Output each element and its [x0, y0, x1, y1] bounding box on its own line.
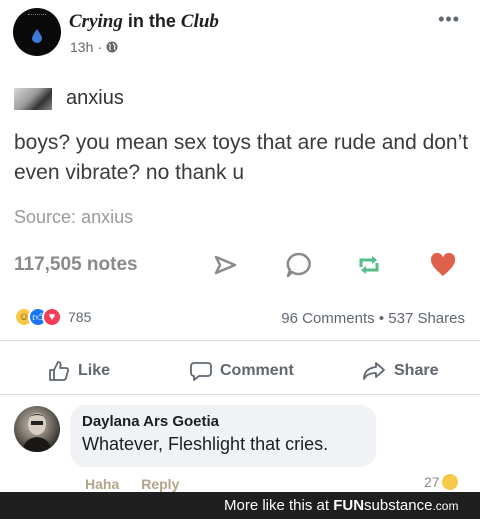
- love-icon: ♥: [42, 307, 62, 327]
- post-time[interactable]: 13h: [70, 39, 93, 55]
- watermark-brand-suffix: .com: [432, 499, 459, 513]
- post-header: Crying in the Club 13h · •••: [0, 0, 480, 66]
- comment-bubble: Daylana Ars Goetia Whatever, Fleshlight …: [70, 405, 376, 467]
- tumblr-actions: [210, 250, 468, 280]
- comments-count[interactable]: 96 Comments: [281, 310, 374, 327]
- comment-actions: Haha Reply: [85, 476, 179, 492]
- watermark-bar: More like this at FUNsubstance.com: [0, 492, 480, 519]
- page-name-part2: in the: [127, 11, 176, 31]
- share-arrow-icon: [214, 255, 237, 275]
- share-button[interactable]: Share: [362, 354, 438, 388]
- tumblr-post-text: boys? you mean sex toys that are rude an…: [14, 131, 469, 184]
- reactions-summary[interactable]: ☺ 👍︎ ♥ 785: [14, 307, 91, 327]
- comment-avatar[interactable]: [14, 406, 60, 452]
- divider-bottom: [0, 394, 480, 395]
- reaction-count: 785: [68, 309, 92, 325]
- watermark-prefix: More like this at: [224, 497, 330, 514]
- comment-reply-link[interactable]: Reply: [141, 476, 179, 492]
- post-stats: 96 Comments • 537 Shares: [281, 310, 465, 327]
- reblog-icon: [359, 256, 379, 274]
- tumblr-notes: 117,505 notes: [14, 254, 138, 275]
- comment-label: Comment: [220, 362, 294, 379]
- tumblr-source: Source: anxius: [14, 207, 133, 228]
- globe-icon: [106, 41, 118, 53]
- post-meta: 13h ·: [70, 39, 118, 55]
- thumbs-up-icon: [49, 361, 70, 381]
- page-name-part3: Club: [180, 11, 219, 32]
- comment-text: Whatever, Fleshlight that cries.: [82, 434, 329, 454]
- post-action-bar: Like Comment Share: [0, 354, 480, 388]
- page-name[interactable]: Crying in the Club: [69, 11, 219, 33]
- comment-haha-link[interactable]: Haha: [85, 476, 119, 492]
- comment-author[interactable]: Daylana Ars Goetia: [82, 413, 364, 430]
- stats-dot: •: [378, 310, 385, 327]
- like-label: Like: [78, 362, 111, 379]
- meta-separator: ·: [97, 39, 103, 55]
- heart-icon: [430, 252, 456, 276]
- watermark-text: More like this at FUNsubstance.com: [224, 497, 458, 514]
- page-name-part1: Crying: [69, 11, 123, 32]
- like-button[interactable]: Like: [48, 354, 110, 388]
- comment-reaction-count: 27: [424, 474, 440, 490]
- reply-bubble-icon: [286, 252, 311, 278]
- source-name: anxius: [81, 207, 134, 227]
- comment-avatar-photo: [22, 413, 52, 452]
- tumblr-avatar: [14, 87, 52, 110]
- haha-icon: [441, 474, 458, 490]
- more-options-icon[interactable]: •••: [438, 9, 460, 30]
- tumblr-username: anxius: [66, 87, 124, 109]
- divider-top: [0, 340, 480, 341]
- share-label: Share: [394, 362, 439, 379]
- comment-bubble-icon: [190, 362, 212, 381]
- comment-button[interactable]: Comment: [190, 354, 294, 388]
- page-avatar[interactable]: [13, 8, 61, 56]
- avatar-decoration: [28, 14, 46, 20]
- share-icon: [363, 362, 385, 380]
- watermark-brand-bold: FUN: [333, 497, 365, 514]
- comment-reactions[interactable]: 27: [424, 474, 458, 490]
- shares-count[interactable]: 537 Shares: [388, 310, 465, 327]
- tumblr-user: anxius: [14, 87, 124, 110]
- source-label: Source:: [14, 207, 77, 227]
- watermark-brand-rest: substance: [364, 497, 433, 514]
- teardrop-icon: [32, 29, 42, 43]
